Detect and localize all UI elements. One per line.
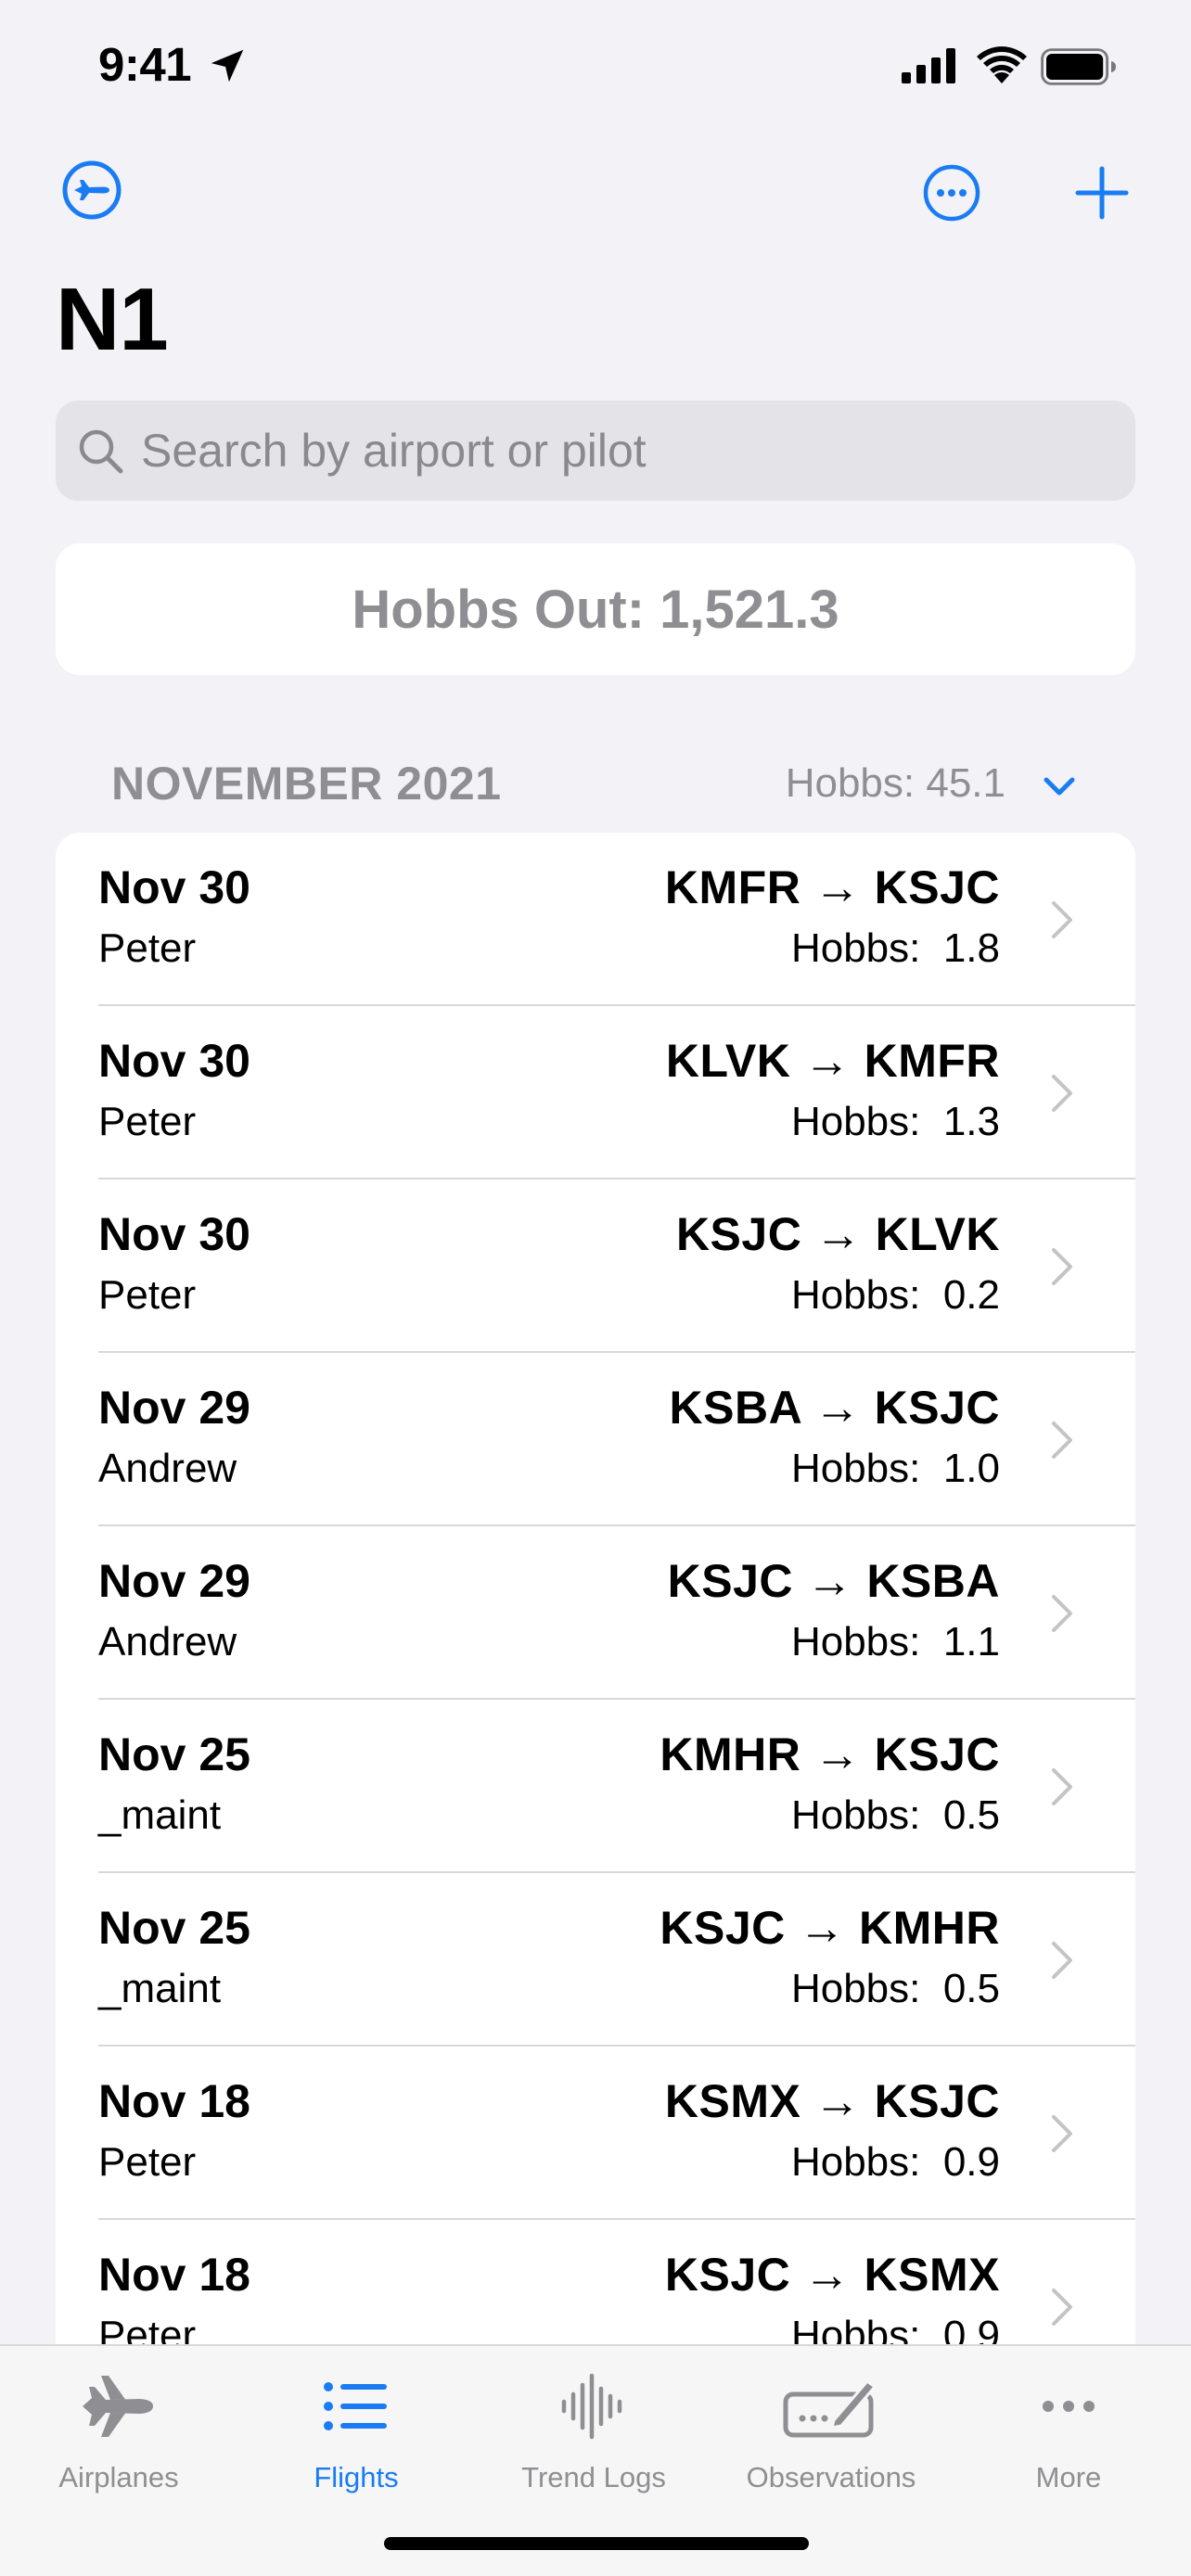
cellular-signal-icon <box>902 48 955 83</box>
plus-icon[interactable] <box>1074 165 1130 221</box>
tab-flights[interactable]: Flights <box>237 2346 475 2504</box>
page-title: N1 <box>56 270 169 369</box>
tab-more[interactable]: More <box>950 2346 1187 2504</box>
flight-date: Nov 25 <box>98 1728 250 1780</box>
flight-hobbs: Hobbs: 1.1 <box>790 1619 1000 1664</box>
hobbs-out-label: Hobbs Out: 1,521.3 <box>352 579 839 640</box>
flight-hobbs: Hobbs: 1.3 <box>790 1099 1000 1144</box>
chevron-right-icon <box>1052 1595 1072 1632</box>
chevron-right-icon <box>1052 1422 1072 1459</box>
flight-date: Nov 30 <box>98 1035 250 1087</box>
flight-route: KSJC → KLVK <box>675 1208 1000 1260</box>
flight-pilot: Peter <box>98 925 197 971</box>
flight-hobbs: Hobbs: 0.2 <box>790 1272 1000 1318</box>
flight-route: KSJC → KSBA <box>667 1555 1000 1607</box>
flight-date: Nov 29 <box>98 1382 250 1434</box>
flight-row[interactable]: Nov 18 Peter KSMX → KSJC Hobbs: 0.9 <box>56 2047 1135 2220</box>
list-icon <box>324 2382 387 2430</box>
tab-label: Trend Logs <box>521 2461 666 2493</box>
chevron-right-icon <box>1052 2115 1072 2152</box>
flight-pilot: Peter <box>98 1272 197 1318</box>
flight-date: Nov 29 <box>98 1555 250 1607</box>
flight-date: Nov 18 <box>98 2249 250 2301</box>
flight-row[interactable]: Nov 30 Peter KLVK → KMFR Hobbs: 1.3 <box>56 1006 1135 1180</box>
hobbs-out-card: Hobbs Out: 1,521.3 <box>56 543 1135 675</box>
waveform-icon <box>561 2373 622 2440</box>
flight-hobbs: Hobbs: 1.8 <box>790 925 1000 971</box>
flight-route: KMHR → KSJC <box>660 1728 1000 1780</box>
flight-row[interactable]: Nov 25 _maint KSJC → KMHR Hobbs: 0.5 <box>56 1873 1135 2047</box>
location-arrow-icon <box>211 49 244 83</box>
flight-route: KSBA → KSJC <box>669 1382 1000 1434</box>
chevron-right-icon <box>1052 1075 1072 1112</box>
chevron-right-icon <box>1052 1942 1072 1979</box>
flight-pilot: Andrew <box>98 1619 237 1664</box>
flight-date: Nov 25 <box>98 1902 250 1954</box>
flight-row[interactable]: Nov 29 Andrew KSBA → KSJC Hobbs: 1.0 <box>56 1353 1135 1526</box>
flight-row[interactable]: Nov 30 Peter KMFR → KSJC Hobbs: 1.8 <box>56 833 1135 1006</box>
flight-hobbs: Hobbs: 0.9 <box>790 2139 1000 2185</box>
wifi-icon <box>977 46 1027 83</box>
chevron-right-icon <box>1052 1248 1072 1285</box>
ellipsis-circle-icon[interactable] <box>922 163 981 223</box>
tab-airplanes[interactable]: Airplanes <box>0 2346 237 2504</box>
signature-icon <box>783 2378 877 2438</box>
chevron-down-icon[interactable] <box>1041 768 1078 805</box>
more-icon <box>1043 2401 1095 2412</box>
flight-row[interactable]: Nov 29 Andrew KSJC → KSBA Hobbs: 1.1 <box>56 1526 1135 1700</box>
flight-date: Nov 30 <box>98 861 250 913</box>
tab-label: Airplanes <box>58 2461 179 2493</box>
search-input[interactable] <box>141 401 1106 501</box>
search-icon <box>79 429 123 474</box>
flight-pilot: _maint <box>98 1966 222 2011</box>
tab-bar: Airplanes Flights Trend Logs Observation… <box>0 2344 1191 2576</box>
battery-icon <box>1041 48 1116 85</box>
flight-hobbs: Hobbs: 0.9 <box>790 2313 1000 2344</box>
flight-date: Nov 30 <box>98 1208 250 1260</box>
flight-pilot: _maint <box>98 1792 222 1838</box>
status-bar: 9:41 <box>0 0 1191 130</box>
flight-hobbs: Hobbs: 1.0 <box>790 1446 1000 1491</box>
tab-trend-logs[interactable]: Trend Logs <box>475 2346 712 2504</box>
flight-route: KSMX → KSJC <box>664 2075 1000 2127</box>
airplane-icon <box>83 2376 153 2437</box>
home-indicator <box>384 2537 809 2550</box>
flight-hobbs: Hobbs: 0.5 <box>790 1966 1000 2011</box>
flight-date: Nov 18 <box>98 2075 250 2127</box>
flight-route: KLVK → KMFR <box>665 1035 1000 1087</box>
chevron-right-icon <box>1052 2289 1072 2326</box>
airplane-circle-icon[interactable] <box>61 159 122 221</box>
flight-pilot: Andrew <box>98 1446 237 1491</box>
flights-list: Nov 30 Peter KMFR → KSJC Hobbs: 1.8 Nov 30 Pe… <box>56 833 1135 2344</box>
flight-pilot: Peter <box>98 2139 197 2185</box>
flight-route: KSJC → KMHR <box>660 1902 1000 1954</box>
chevron-right-icon <box>1052 1768 1072 1805</box>
chevron-right-icon <box>1052 901 1072 938</box>
status-time: 9:41 <box>98 38 192 91</box>
section-hobbs-total: Hobbs: 45.1 <box>785 760 1005 806</box>
flight-pilot: Peter <box>98 1099 197 1144</box>
flight-route: KMFR → KSJC <box>664 861 1000 913</box>
flight-route: KSJC → KSMX <box>664 2249 1000 2301</box>
search-bar[interactable] <box>56 401 1135 501</box>
flight-row[interactable]: Nov 18 Peter KSJC → KSMX Hobbs: 0.9 <box>56 2220 1135 2344</box>
tab-label: Flights <box>314 2461 399 2493</box>
tab-observations[interactable]: Observations <box>712 2346 950 2504</box>
flight-row[interactable]: Nov 30 Peter KSJC → KLVK Hobbs: 0.2 <box>56 1180 1135 1353</box>
flight-pilot: Peter <box>98 2313 197 2344</box>
tab-label: Observations <box>746 2461 916 2493</box>
section-title: NOVEMBER 2021 <box>111 758 502 810</box>
flight-row[interactable]: Nov 25 _maint KMHR → KSJC Hobbs: 0.5 <box>56 1700 1135 1873</box>
tab-label: More <box>1035 2461 1102 2493</box>
flight-hobbs: Hobbs: 0.5 <box>790 1792 1000 1838</box>
